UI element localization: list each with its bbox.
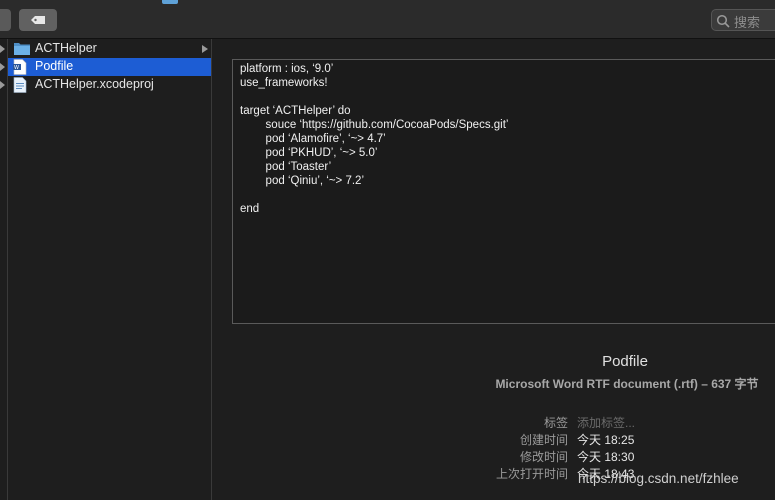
tags-label: 标签	[543, 416, 568, 430]
preview-filename: Podfile	[602, 353, 648, 370]
file-name: ACTHelper.xcodeproj	[35, 77, 154, 91]
disclosure-arrow-icon	[202, 45, 208, 53]
watermark-text: https://blog.csdn.net/fzhlee	[578, 471, 739, 486]
disclosure-arrow-icon	[0, 81, 5, 89]
preview-file-kind: Microsoft Word RTF document (.rtf) – 637…	[495, 377, 759, 391]
preview-line: platform : ios, ‘9.0’	[240, 63, 334, 75]
file-column: ACTHelper W Podfile ACTHelper.xcodeproj	[8, 39, 212, 500]
tag-icon	[31, 16, 45, 24]
search-icon	[716, 14, 730, 28]
rtf-document-icon: W	[13, 59, 27, 75]
modified-label: 修改时间	[519, 450, 568, 464]
preview-line: target ‘ACTHelper’ do	[240, 105, 351, 117]
disclosure-arrow-icon	[0, 45, 5, 53]
file-row-xcodeproj[interactable]: ACTHelper.xcodeproj	[8, 76, 211, 94]
preview-line: pod ‘Toaster’	[240, 161, 332, 173]
preview-line: pod ‘PKHUD’, ‘~> 5.0’	[240, 147, 378, 159]
file-name: ACTHelper	[35, 41, 97, 55]
tags-input[interactable]: 添加标签...	[577, 414, 635, 431]
folder-icon	[14, 43, 30, 55]
window-title-folder-icon	[162, 0, 178, 4]
disclosure-arrow-icon	[0, 63, 5, 71]
search-placeholder: 搜索	[734, 15, 761, 30]
parent-column[interactable]	[0, 39, 8, 500]
preview-line: souce ‘https://github.com/CocoaPods/Spec…	[240, 119, 509, 131]
view-options-button[interactable]	[0, 9, 11, 31]
preview-line: pod ‘Qiniu’, ‘~> 7.2’	[240, 175, 365, 187]
toolbar: 搜索	[0, 0, 775, 39]
created-value: 今天 18:25	[577, 433, 635, 447]
file-name: Podfile	[35, 59, 74, 73]
modified-value: 今天 18:30	[577, 450, 635, 464]
file-row-acthelper[interactable]: ACTHelper	[8, 40, 211, 58]
xcodeproj-icon	[13, 77, 27, 93]
file-row-podfile[interactable]: W Podfile	[8, 58, 211, 76]
search-field[interactable]: 搜索	[711, 9, 775, 31]
preview-line: pod ‘Alamofire’, ‘~> 4.7’	[240, 133, 386, 145]
created-label: 创建时间	[519, 433, 568, 447]
preview-line: use_frameworks!	[240, 77, 328, 89]
preview-line: end	[240, 203, 260, 215]
tag-button[interactable]	[19, 9, 57, 31]
svg-text:W: W	[14, 65, 19, 71]
file-preview[interactable]: platform : ios, ‘9.0’ use_frameworks! ta…	[232, 59, 775, 324]
last-opened-label: 上次打开时间	[495, 467, 568, 481]
